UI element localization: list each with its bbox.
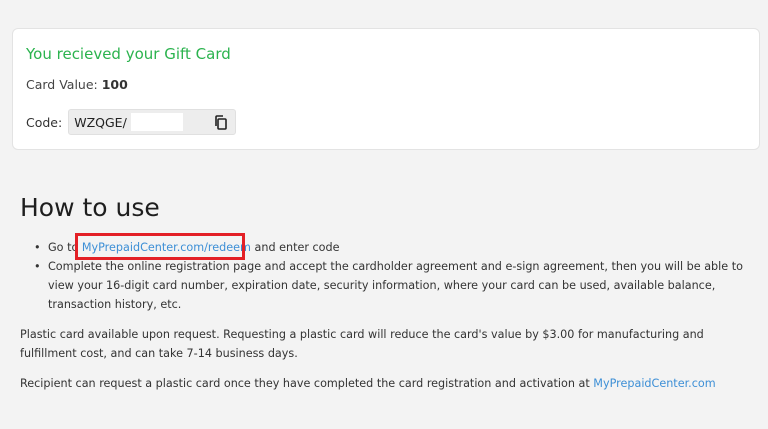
myprepaidcenter-link[interactable]: MyPrepaidCenter.com <box>593 377 715 390</box>
card-value: Card Value: 100 <box>26 77 128 92</box>
recipient-note-text: Recipient can request a plastic card onc… <box>20 377 594 390</box>
copy-icon[interactable] <box>214 115 228 130</box>
how-to-use-heading: How to use <box>20 193 160 222</box>
list-item: • Complete the online registration page … <box>34 257 744 314</box>
code-redaction <box>131 113 184 131</box>
steps-list: • Go to MyPrepaidCenter.com/redeem and e… <box>34 238 744 314</box>
step1-suffix: and enter code <box>250 241 340 254</box>
card-value-amount: 100 <box>101 77 128 92</box>
redeem-link[interactable]: MyPrepaidCenter.com/redeem <box>82 241 251 254</box>
gift-card-title: You recieved your Gift Card <box>26 45 231 63</box>
gift-card-panel: You recieved your Gift Card Card Value: … <box>12 28 760 150</box>
list-item: • Go to MyPrepaidCenter.com/redeem and e… <box>34 238 744 257</box>
code-row: Code: WZQGE/ <box>26 109 237 135</box>
card-value-label: Card Value: <box>26 77 102 92</box>
step1-prefix: Go to <box>48 241 82 254</box>
code-field[interactable]: WZQGE/ <box>68 109 237 135</box>
plastic-card-note: Plastic card available upon request. Req… <box>20 328 704 360</box>
code-value[interactable]: WZQGE/ <box>74 115 127 130</box>
bullet: • <box>34 241 41 254</box>
recipient-note: Recipient can request a plastic card onc… <box>20 374 748 393</box>
bullet: • <box>34 260 41 273</box>
code-label: Code: <box>26 114 63 130</box>
step2-text: Complete the online registration page an… <box>48 260 743 311</box>
